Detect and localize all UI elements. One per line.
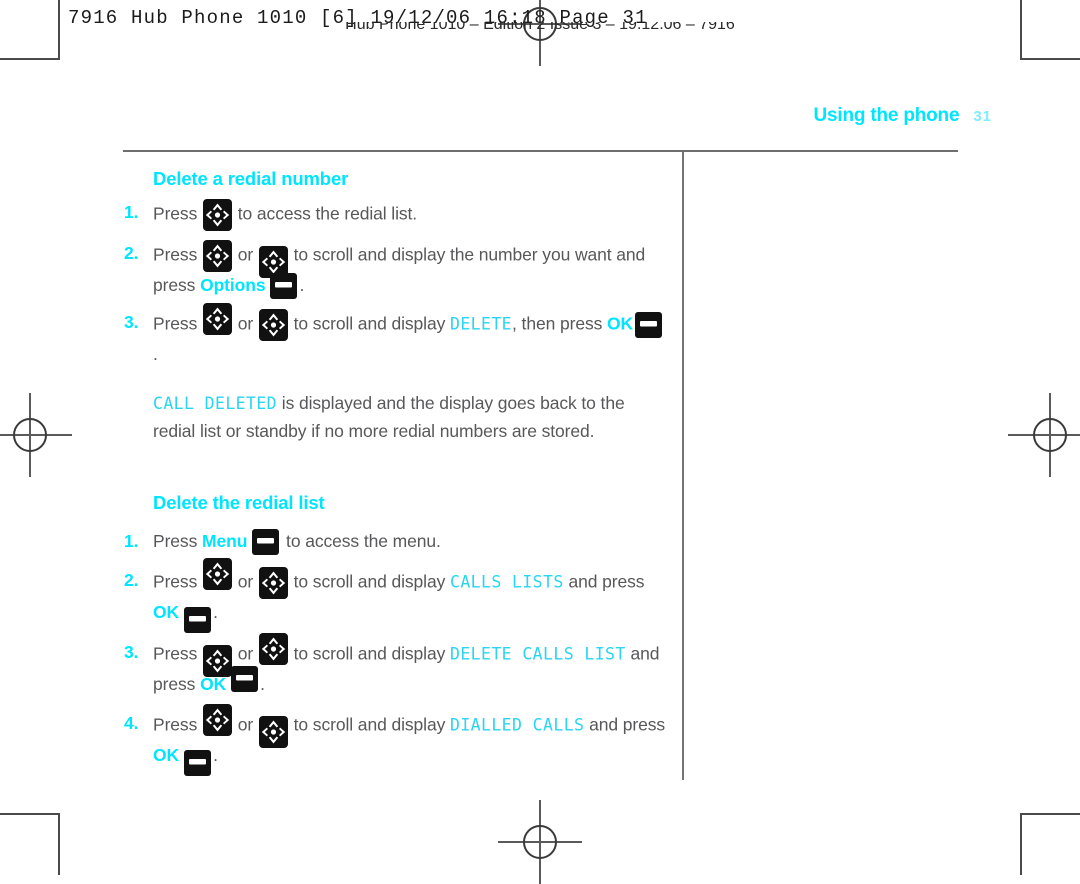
step-number: 2. [124, 243, 139, 263]
step-text: or [233, 571, 258, 592]
step-text: to scroll and display [288, 643, 451, 664]
list-item: 3. Press or to scroll and display DELETE… [123, 302, 668, 369]
list-item: 1. Press to access the redial list. [123, 199, 668, 231]
step-number: 1. [124, 530, 139, 551]
step-text: . [299, 275, 305, 295]
column-vertical-rule [682, 152, 684, 780]
soft-key-icon[interactable] [252, 528, 280, 555]
step-number: 3. [124, 311, 139, 332]
nav-key-icon[interactable] [258, 308, 288, 341]
key-label-ok: OK [200, 673, 227, 694]
step-text: . [153, 343, 158, 364]
soft-key-icon[interactable] [231, 666, 259, 693]
display-text-delete-calls-list: DELETE CALLS LIST [450, 644, 626, 664]
step-text: , then press [512, 313, 608, 334]
key-label-ok: OK [153, 745, 180, 766]
step-list-delete-a-redial-number: 1. Press to access the redial list. 2. Pre… [123, 199, 668, 368]
running-head-page-number: 31 [973, 108, 992, 125]
header-horizontal-rule [123, 150, 958, 152]
soft-key-icon[interactable] [184, 749, 212, 776]
page-body: Delete a redial number 1. Press to access… [123, 168, 668, 776]
step-text: to scroll and display [288, 571, 451, 592]
step-text: . [213, 602, 218, 623]
nav-key-icon[interactable] [258, 716, 288, 749]
step-text: or [233, 643, 258, 664]
step-text: to scroll and display [288, 313, 451, 334]
step-text: or [233, 313, 258, 334]
nav-key-icon[interactable] [203, 644, 232, 677]
running-head-title: Using the phone [813, 105, 960, 126]
key-label-ok: OK [153, 602, 180, 623]
key-label-menu: Menu [202, 530, 248, 551]
step-text: and press [584, 715, 666, 736]
display-text-delete: DELETE [450, 314, 513, 334]
running-head: Using the phone 31 [813, 105, 992, 127]
step-number: 4. [124, 713, 139, 734]
nav-key-icon[interactable] [258, 632, 288, 665]
nav-key-icon[interactable] [203, 704, 232, 737]
step-text: . [213, 745, 218, 766]
display-text-calls-lists: CALLS LISTS [450, 572, 564, 592]
step-text: and press [563, 571, 645, 592]
soft-key-icon[interactable] [184, 606, 212, 633]
step-text: Press [153, 203, 202, 224]
list-item: 1. Press Menu to access the menu. [123, 528, 668, 556]
list-item: 2. Press or [123, 240, 668, 300]
nav-key-icon[interactable] [203, 302, 232, 335]
step-text: Press [153, 313, 202, 334]
section-heading-delete-the-redial-list: Delete the redial list [153, 491, 325, 513]
display-text-call-deleted: CALL DELETED [153, 394, 278, 414]
step-text: Press [153, 244, 202, 265]
step-text: . [260, 673, 265, 694]
list-item: 3. Press or to scroll and display DELETE… [123, 632, 668, 699]
step-text: or [233, 715, 258, 736]
section-heading-delete-a-redial-number: Delete a redial number [153, 168, 349, 189]
step-text: Press [153, 715, 202, 736]
step-number: 2. [124, 570, 139, 591]
step-number: 3. [124, 641, 139, 662]
step-text: Press [153, 571, 202, 592]
key-label-ok: OK [607, 313, 634, 334]
list-item: 2. Press or [123, 558, 668, 633]
note-call-deleted: CALL DELETED is displayed and the displa… [123, 390, 668, 445]
nav-key-icon[interactable] [203, 558, 232, 591]
list-item: 4. Press or to scroll and display DIALLE… [123, 704, 668, 776]
step-text: to scroll and display [288, 715, 451, 736]
step-text: Press [153, 643, 202, 664]
nav-key-icon[interactable] [258, 567, 288, 600]
step-text: to access the menu. [281, 530, 441, 551]
step-list-delete-the-redial-list: 1. Press Menu to access the menu. 2. Press [123, 528, 668, 776]
soft-key-icon[interactable] [635, 311, 663, 338]
step-text: or [233, 244, 258, 265]
display-text-dialled-calls: DIALLED CALLS [450, 716, 585, 736]
key-label-options: Options [200, 275, 266, 295]
step-text: to access the redial list. [233, 203, 418, 224]
manual-page: Using the phone 31 Delete a redial number… [0, 0, 1080, 873]
step-number: 1. [124, 202, 139, 222]
step-text: Press [153, 530, 202, 551]
soft-key-icon[interactable] [270, 273, 298, 300]
nav-key-icon[interactable] [203, 199, 232, 231]
nav-key-icon[interactable] [203, 240, 232, 272]
